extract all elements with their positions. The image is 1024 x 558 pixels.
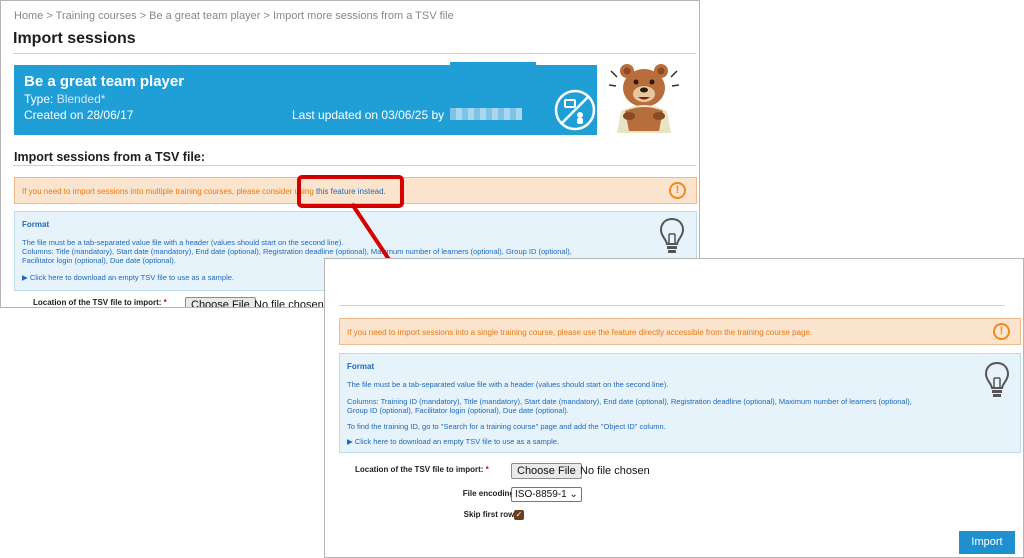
format-description-line1: The file must be a tab-separated value f… (22, 238, 344, 247)
import-button[interactable]: Import (959, 531, 1015, 554)
course-title: Be a great team player (24, 73, 185, 90)
breadcrumb[interactable]: Home > Training courses > Be a great tea… (14, 10, 454, 22)
tsv-location-label-text: Location of the TSV file to import: (33, 298, 162, 307)
download-sample-label: Click here to download an empty TSV file… (29, 273, 235, 282)
warning-text: If you need to import sessions into mult… (22, 187, 314, 196)
course-type: Type: Blended* (24, 92, 105, 106)
skip-first-row-checkbox[interactable]: ✓ (514, 510, 524, 520)
redacted-username (450, 108, 522, 120)
alert-circle-icon: ! (993, 323, 1010, 340)
bear-mascot (608, 64, 680, 133)
format-title: Format (347, 362, 375, 371)
skip-first-row-label: Skip first row: (463, 510, 517, 519)
format-description-line1: The file must be a tab-separated value f… (347, 380, 669, 389)
page-title: Import sessions (13, 30, 136, 47)
banner-tab (450, 62, 536, 66)
file-encoding-label: File encoding: (462, 489, 517, 498)
course-banner: Be a great team player Type: Blended* Cr… (14, 62, 597, 135)
lightbulb-icon (984, 361, 1010, 397)
tsv-location-label: Location of the TSV file to import: * (33, 298, 167, 307)
title-divider (13, 53, 696, 54)
course-last-updated: Last updated on 03/06/25 by (292, 108, 445, 122)
warning-message: If you need to import sessions into a si… (347, 328, 813, 337)
alert-circle-icon: ! (669, 182, 686, 199)
choose-file-button[interactable]: Choose File (511, 463, 582, 479)
course-type-value: Blended* (56, 92, 106, 106)
required-mark: * (485, 465, 489, 474)
training-id-hint: To find the training ID, go to "Search f… (347, 422, 666, 431)
lightbulb-icon (659, 217, 685, 253)
required-mark: * (163, 298, 167, 307)
chevron-down-icon: ⌄ (569, 489, 578, 500)
format-title: Format (22, 220, 50, 229)
format-columns-line1: Columns: Training ID (mandatory), Title … (347, 397, 912, 406)
file-encoding-select[interactable]: ISO-8859-1 ⌄ (511, 487, 582, 502)
download-sample-link[interactable]: ▶ Click here to download an empty TSV fi… (22, 273, 234, 282)
course-type-label: Type: (24, 92, 54, 106)
triangle-right-icon: ▶ (22, 273, 28, 282)
section-title: Import sessions from a TSV file: (14, 150, 206, 164)
file-encoding-value: ISO-8859-1 (515, 489, 567, 500)
choose-file-button[interactable]: Choose File (185, 297, 256, 307)
format-columns-line2: Facilitator login (optional), Due date (… (22, 256, 176, 265)
window-multi-course-import: If you need to import sessions into a si… (324, 258, 1024, 558)
format-columns-line1: Columns: Title (mandatory), Start date (… (22, 247, 572, 256)
top-divider (339, 305, 1005, 306)
tsv-location-label-text: Location of the TSV file to import: (355, 465, 484, 474)
checkmark-icon: ✓ (515, 510, 523, 519)
format-info-box: Format The file must be a tab-separated … (339, 353, 1021, 453)
blended-learning-icon (554, 89, 596, 131)
triangle-right-icon: ▶ (347, 437, 353, 446)
download-sample-label: Click here to download an empty TSV file… (354, 437, 560, 446)
format-columns-line2: Group ID (optional), Facilitator login (… (347, 406, 569, 415)
tsv-location-label: Location of the TSV file to import: * (355, 465, 489, 474)
file-status: No file chosen (254, 299, 324, 308)
download-sample-link[interactable]: ▶ Click here to download an empty TSV fi… (347, 437, 559, 446)
warning-box: If you need to import sessions into a si… (339, 318, 1021, 345)
section-divider (13, 165, 696, 166)
course-created-date: Created on 28/06/17 (24, 108, 134, 122)
file-status: No file chosen (580, 465, 650, 477)
